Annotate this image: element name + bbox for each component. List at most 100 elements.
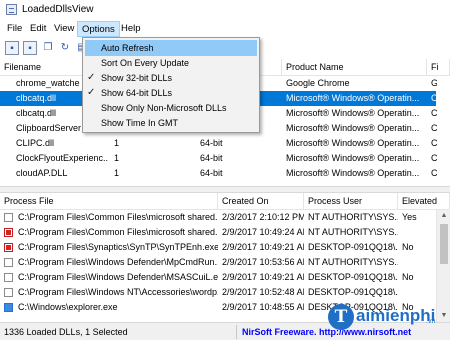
cell-process-user: DESKTOP-091QQ18\... xyxy=(308,242,398,252)
cell-process-user: NT AUTHORITY\SYS... xyxy=(308,212,398,222)
checkmark-icon: ✓ xyxy=(87,87,96,98)
table-row[interactable]: cloudAP.DLL 1 64-bit Microsoft® Windows®… xyxy=(0,166,437,181)
cell-process-user: DESKTOP-091QQ18\... xyxy=(308,287,398,297)
cell-filename: ClockFlyoutExperienc... xyxy=(16,153,108,163)
status-divider xyxy=(236,325,237,339)
cell-bits: 64-bit xyxy=(200,138,223,148)
synaptics-icon xyxy=(4,243,13,252)
cell-fi: C xyxy=(431,168,437,178)
cell-elevated xyxy=(398,285,436,300)
refresh-icon[interactable]: ↻ xyxy=(58,41,72,55)
watermark-letter: T xyxy=(328,304,354,330)
table-row[interactable]: ClockFlyoutExperienc... 1 64-bit Microso… xyxy=(0,151,437,166)
cell-fi: C xyxy=(431,108,437,118)
scrollbar-thumb[interactable] xyxy=(440,224,448,264)
cell-created-on: 2/9/2017 10:49:24 AM xyxy=(222,227,304,237)
process-list-header: Process File Created On Process User Ele… xyxy=(0,193,450,210)
cell-process-user: DESKTOP-091QQ18\... xyxy=(308,272,398,282)
cell-elevated: No xyxy=(402,242,414,252)
menu-bar: File Edit View Options Help xyxy=(0,20,450,38)
cell-product: Microsoft® Windows® Operatin... xyxy=(286,123,420,133)
office-icon xyxy=(4,228,13,237)
cell-count: 1 xyxy=(114,168,120,178)
title-bar: LoadedDllsView xyxy=(0,0,450,20)
menu-edit[interactable]: Edit xyxy=(27,23,49,34)
col-product-name[interactable]: Product Name xyxy=(282,59,427,76)
file-icon xyxy=(4,213,13,222)
watermark-suffix: .vn xyxy=(426,318,436,325)
menu-item-show-time-gmt[interactable]: Show Time In GMT xyxy=(85,115,257,131)
file-icon xyxy=(4,258,13,267)
cell-filename: CLIPC.dll xyxy=(16,138,55,148)
col-elevated[interactable]: Elevated xyxy=(398,193,450,210)
menu-item-label: Show 64-bit DLLs xyxy=(101,88,173,98)
watermark-text: aimienphi xyxy=(356,306,436,325)
file-icon xyxy=(4,288,13,297)
col-created-on[interactable]: Created On xyxy=(218,193,304,210)
cell-fi: C xyxy=(431,123,437,133)
scroll-up-icon[interactable]: ▲ xyxy=(437,210,450,222)
cell-filename: cloudAP.DLL xyxy=(16,168,68,178)
cell-bits: 64-bit xyxy=(200,153,223,163)
menu-view[interactable]: View xyxy=(51,23,77,34)
col-process-user[interactable]: Process User xyxy=(304,193,398,210)
cell-created-on: 2/9/2017 10:53:56 AM xyxy=(222,257,304,267)
cell-product: Microsoft® Windows® Operatin... xyxy=(286,93,420,103)
cell-product: Microsoft® Windows® Operatin... xyxy=(286,153,420,163)
cell-product: Microsoft® Windows® Operatin... xyxy=(286,168,420,178)
status-count: 1336 Loaded DLLs, 1 Selected xyxy=(4,327,128,337)
menu-item-label: Auto Refresh xyxy=(101,43,154,53)
cell-product: Microsoft® Windows® Operatin... xyxy=(286,138,420,148)
cell-process-file: C:\Program Files\Windows NT\Accessories\… xyxy=(18,287,218,297)
window-title: LoadedDllsView xyxy=(22,4,94,15)
save-all-icon[interactable]: ▪ xyxy=(23,41,37,55)
cell-fi: C xyxy=(431,93,437,103)
menu-item-show-non-microsoft[interactable]: Show Only Non-Microsoft DLLs xyxy=(85,100,257,116)
save-icon[interactable]: ▪ xyxy=(5,41,19,55)
pane-splitter[interactable] xyxy=(0,186,450,193)
cell-fi: G xyxy=(431,78,437,88)
menu-item-show-32bit[interactable]: ✓ Show 32-bit DLLs xyxy=(85,70,257,86)
table-row[interactable]: C:\Program Files\Common Files\microsoft … xyxy=(0,210,436,225)
col-process-file[interactable]: Process File xyxy=(0,193,218,210)
menu-item-auto-refresh[interactable]: Auto Refresh xyxy=(85,40,257,56)
checkmark-icon: ✓ xyxy=(87,72,96,83)
watermark-logo: T aimienphi .vn xyxy=(328,302,448,332)
col-fi[interactable]: Fi xyxy=(427,59,450,76)
cell-created-on: 2/3/2017 2:10:12 PM xyxy=(222,212,304,222)
cell-created-on: 2/9/2017 10:49:21 AM xyxy=(222,242,304,252)
cell-process-file: C:\Program Files\Common Files\microsoft … xyxy=(18,227,218,237)
explorer-icon xyxy=(4,303,13,312)
table-row[interactable]: CLIPC.dll 1 64-bit Microsoft® Windows® O… xyxy=(0,136,437,151)
copy-icon[interactable]: ❐ xyxy=(41,41,55,55)
cell-process-file: C:\Program Files\Common Files\microsoft … xyxy=(18,212,218,222)
cell-process-file: C:\Windows\explorer.exe xyxy=(18,302,118,312)
menu-help[interactable]: Help xyxy=(118,23,144,34)
table-row[interactable]: C:\Program Files\Windows Defender\MSASCu… xyxy=(0,270,436,285)
cell-process-user: NT AUTHORITY\SYS... xyxy=(308,257,398,267)
cell-product: Google Chrome xyxy=(286,78,350,88)
menu-file[interactable]: File xyxy=(4,23,25,34)
cell-process-file: C:\Program Files\Windows Defender\MSASCu… xyxy=(18,272,218,282)
cell-count: 1 xyxy=(114,138,120,148)
table-row[interactable]: C:\Program Files\Windows Defender\MpCmdR… xyxy=(0,255,436,270)
menu-item-label: Show Time In GMT xyxy=(101,118,179,128)
options-dropdown: Auto Refresh Sort On Every Update ✓ Show… xyxy=(82,37,260,133)
menu-item-label: Show Only Non-Microsoft DLLs xyxy=(101,103,227,113)
table-row[interactable]: C:\Program Files\Common Files\microsoft … xyxy=(0,225,436,240)
cell-product: Microsoft® Windows® Operatin... xyxy=(286,108,420,118)
menu-item-show-64bit[interactable]: ✓ Show 64-bit DLLs xyxy=(85,85,257,101)
table-row[interactable]: C:\Program Files\Windows NT\Accessories\… xyxy=(0,285,436,300)
menu-item-label: Show 32-bit DLLs xyxy=(101,73,173,83)
cell-elevated: Yes xyxy=(402,212,417,222)
table-row[interactable]: C:\Program Files\Synaptics\SynTP\SynTPEn… xyxy=(0,240,436,255)
cell-process-file: C:\Program Files\Windows Defender\MpCmdR… xyxy=(18,257,218,267)
menu-options[interactable]: Options xyxy=(77,21,120,37)
cell-bits: 64-bit xyxy=(200,168,223,178)
app-icon xyxy=(6,4,17,15)
menu-item-label: Sort On Every Update xyxy=(101,58,190,68)
menu-item-sort-on-every-update[interactable]: Sort On Every Update xyxy=(85,55,257,71)
cell-created-on: 2/9/2017 10:49:21 AM xyxy=(222,272,304,282)
cell-process-file: C:\Program Files\Synaptics\SynTP\SynTPEn… xyxy=(18,242,218,252)
file-icon xyxy=(4,273,13,282)
